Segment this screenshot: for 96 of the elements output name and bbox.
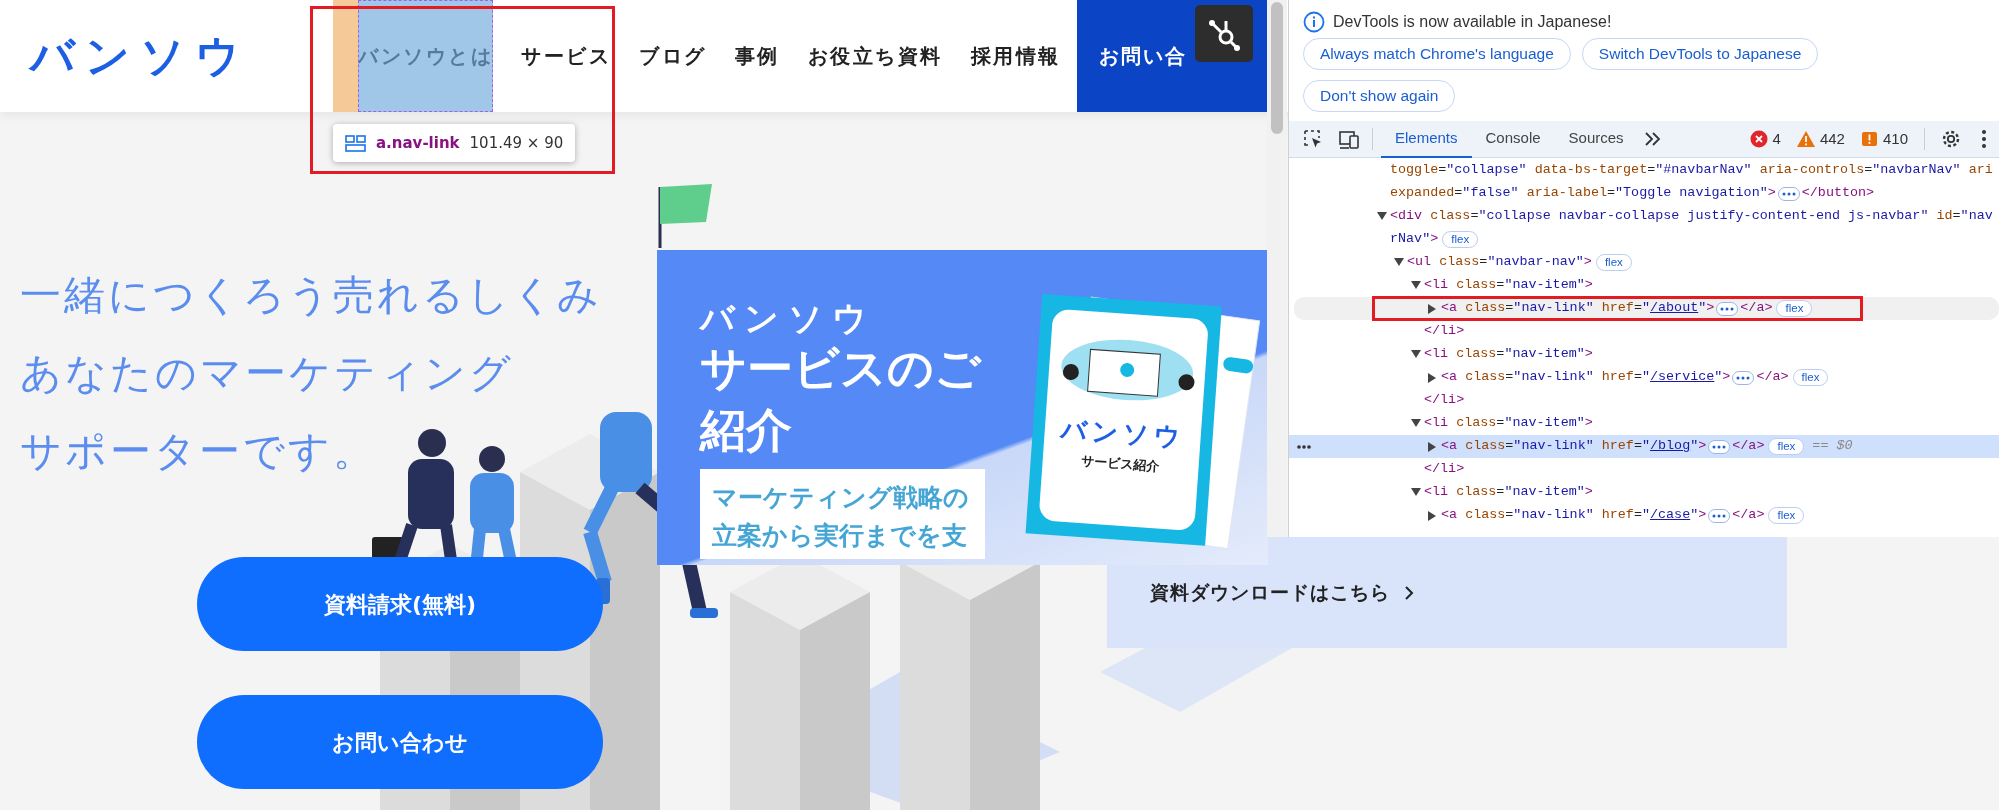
nav-link[interactable]: 事例	[734, 41, 780, 71]
code-text: <li class="nav-item">	[1424, 345, 1593, 364]
ellipsis-icon[interactable]	[1297, 445, 1311, 449]
layout-badge[interactable]: flex	[1776, 300, 1813, 317]
warning-icon[interactable]	[1796, 130, 1815, 148]
collapsed-content-icon[interactable]	[1708, 508, 1731, 523]
download-link-text: 資料ダウンロードはこちら	[1150, 580, 1390, 606]
nav-link[interactable]: 採用情報	[970, 41, 1061, 71]
expanded-triangle-icon[interactable]	[1411, 350, 1421, 358]
dom-row[interactable]: <a class="nav-link" href="/service"> </a> flex	[1289, 366, 1999, 389]
expanded-triangle-icon[interactable]	[1411, 281, 1421, 289]
code-text: <a class="nav-link" href="/blog">	[1441, 437, 1707, 456]
layout-badge[interactable]: flex	[1595, 254, 1632, 271]
logo[interactable]: バンソウ	[30, 34, 250, 78]
layout-badge[interactable]: flex	[1768, 507, 1805, 524]
warning-count[interactable]: 442	[1819, 127, 1845, 151]
element-selector: a.nav-link	[376, 132, 460, 154]
chevron-right-icon	[1404, 584, 1414, 601]
expanded-triangle-icon[interactable]	[1411, 419, 1421, 427]
lead-text: 立案から実行までを支	[712, 520, 968, 553]
more-tabs-icon[interactable]	[1643, 131, 1661, 147]
closing-tag: </li>	[1424, 390, 1465, 411]
code-text: <ul class="navbar-nav">	[1407, 253, 1592, 272]
promo-brand: バンソウ	[700, 300, 876, 338]
element-size: 101.49 × 90	[469, 132, 564, 154]
code-text: <a class="nav-link" href="/about">	[1441, 299, 1715, 318]
info-icon	[1303, 11, 1325, 33]
closing-tag: </li>	[1424, 321, 1465, 342]
collapsed-triangle-icon[interactable]	[1428, 442, 1436, 452]
collapsed-content-icon[interactable]	[1716, 301, 1739, 316]
headline-line: あなたのマーケティング	[20, 348, 514, 399]
inspect-icon[interactable]	[1303, 129, 1323, 149]
issues-icon[interactable]	[1860, 130, 1878, 148]
dom-row[interactable]: <a class="nav-link" href="/blog"> </a> flex == $0	[1289, 435, 1999, 458]
lead-text: マーケティング戦略の	[712, 482, 970, 515]
device-toolbar-icon[interactable]	[1339, 128, 1360, 150]
code-text: toggle="collapse" data-bs-target="#navbarNav" aria-controls="navbarNav" ari	[1390, 161, 1993, 180]
headline-line: 一緒につくろう売れるしくみ	[20, 270, 602, 321]
notice-button[interactable]: Always match Chrome's language	[1303, 38, 1571, 70]
notice-text: DevTools is now available in Japanese!	[1333, 12, 1612, 32]
closing-tag: </a>	[1740, 298, 1773, 319]
brochure-title: サービス紹介	[1081, 453, 1161, 474]
error-icon[interactable]	[1749, 130, 1768, 148]
code-text: <a class="nav-link" href="/case">	[1441, 506, 1707, 525]
more-options-icon[interactable]	[1981, 129, 1987, 149]
closing-tag: </a>	[1756, 367, 1789, 388]
code-text: <li class="nav-item">	[1424, 276, 1593, 295]
flag-drawing	[658, 184, 712, 248]
cta-button[interactable]: お問い合わせ	[197, 695, 603, 789]
code-text: rNav">	[1390, 230, 1439, 249]
collapsed-content-icon[interactable]	[1777, 186, 1800, 201]
download-banner[interactable]: 資料ダウンロードはこちら	[1107, 537, 1787, 648]
collapsed-content-icon[interactable]	[1732, 370, 1755, 385]
code-text: <a class="nav-link" href="/service">	[1441, 368, 1731, 387]
notice-button[interactable]: Switch DevTools to Japanese	[1581, 38, 1819, 70]
selected-node-marker: == $0	[1812, 437, 1853, 456]
expanded-triangle-icon[interactable]	[1411, 488, 1421, 496]
code-text: <li class="nav-item">	[1424, 414, 1593, 433]
closing-tag: </a>	[1732, 505, 1765, 526]
code-text: <li class="nav-item">	[1424, 483, 1593, 502]
cta-button[interactable]: 資料請求(無料)	[197, 557, 603, 651]
layout-badge[interactable]: flex	[1792, 369, 1829, 386]
dom-row[interactable]: <a class="nav-link" href="/case"> </a> flex	[1289, 504, 1999, 527]
promo-title: 紹介	[700, 402, 792, 460]
devtools-tab[interactable]: Elements	[1381, 120, 1472, 158]
devtools-tab[interactable]: Console	[1471, 120, 1555, 158]
collapsed-triangle-icon[interactable]	[1428, 373, 1436, 383]
layout-grid-icon	[345, 133, 366, 153]
sprocket-icon[interactable]	[1195, 5, 1253, 62]
layout-badge[interactable]: flex	[1442, 231, 1479, 248]
brochure-brand: バンソウ	[1059, 413, 1186, 453]
collapsed-triangle-icon[interactable]	[1428, 511, 1436, 521]
notice-button[interactable]: Don't show again	[1303, 80, 1456, 112]
expanded-triangle-icon[interactable]	[1394, 258, 1404, 266]
code-text: <div class="collapse navbar-collapse justify-content-end js-navbar" id="nav	[1390, 207, 1993, 226]
code-text: expanded="false" aria-label="Toggle navigation">	[1390, 184, 1776, 203]
layout-badge[interactable]: flex	[1768, 438, 1805, 455]
issues-count[interactable]: 410	[1882, 127, 1908, 151]
closing-tag: </li>	[1424, 459, 1465, 480]
collapsed-triangle-icon[interactable]	[1428, 304, 1436, 314]
headline-line: サポーターです。	[20, 426, 377, 477]
devtools-tab[interactable]: Sources	[1554, 120, 1638, 158]
closing-tag: </button>	[1801, 183, 1875, 204]
scrollbar-thumb[interactable]	[1271, 2, 1283, 134]
nav-link[interactable]: ブログ	[639, 41, 707, 71]
closing-tag: </a>	[1732, 436, 1765, 457]
expanded-triangle-icon[interactable]	[1377, 212, 1387, 220]
error-count[interactable]: 4	[1772, 127, 1781, 151]
scrollbar[interactable]	[1267, 0, 1287, 537]
nav-link[interactable]: サービス	[521, 41, 611, 71]
dom-row[interactable]: <a class="nav-link" href="/about"> </a> flex	[1294, 297, 1999, 320]
collapsed-content-icon[interactable]	[1708, 439, 1731, 454]
nav-link[interactable]: お役立ち資料	[807, 41, 943, 71]
promo-title: サービスのご	[700, 340, 981, 398]
settings-icon[interactable]	[1941, 129, 1961, 149]
promo-banner[interactable]: バンソウ サービスのご 紹介 マーケティング戦略の 立案から実行までを支 バンソウ サービス紹介	[657, 250, 1268, 566]
